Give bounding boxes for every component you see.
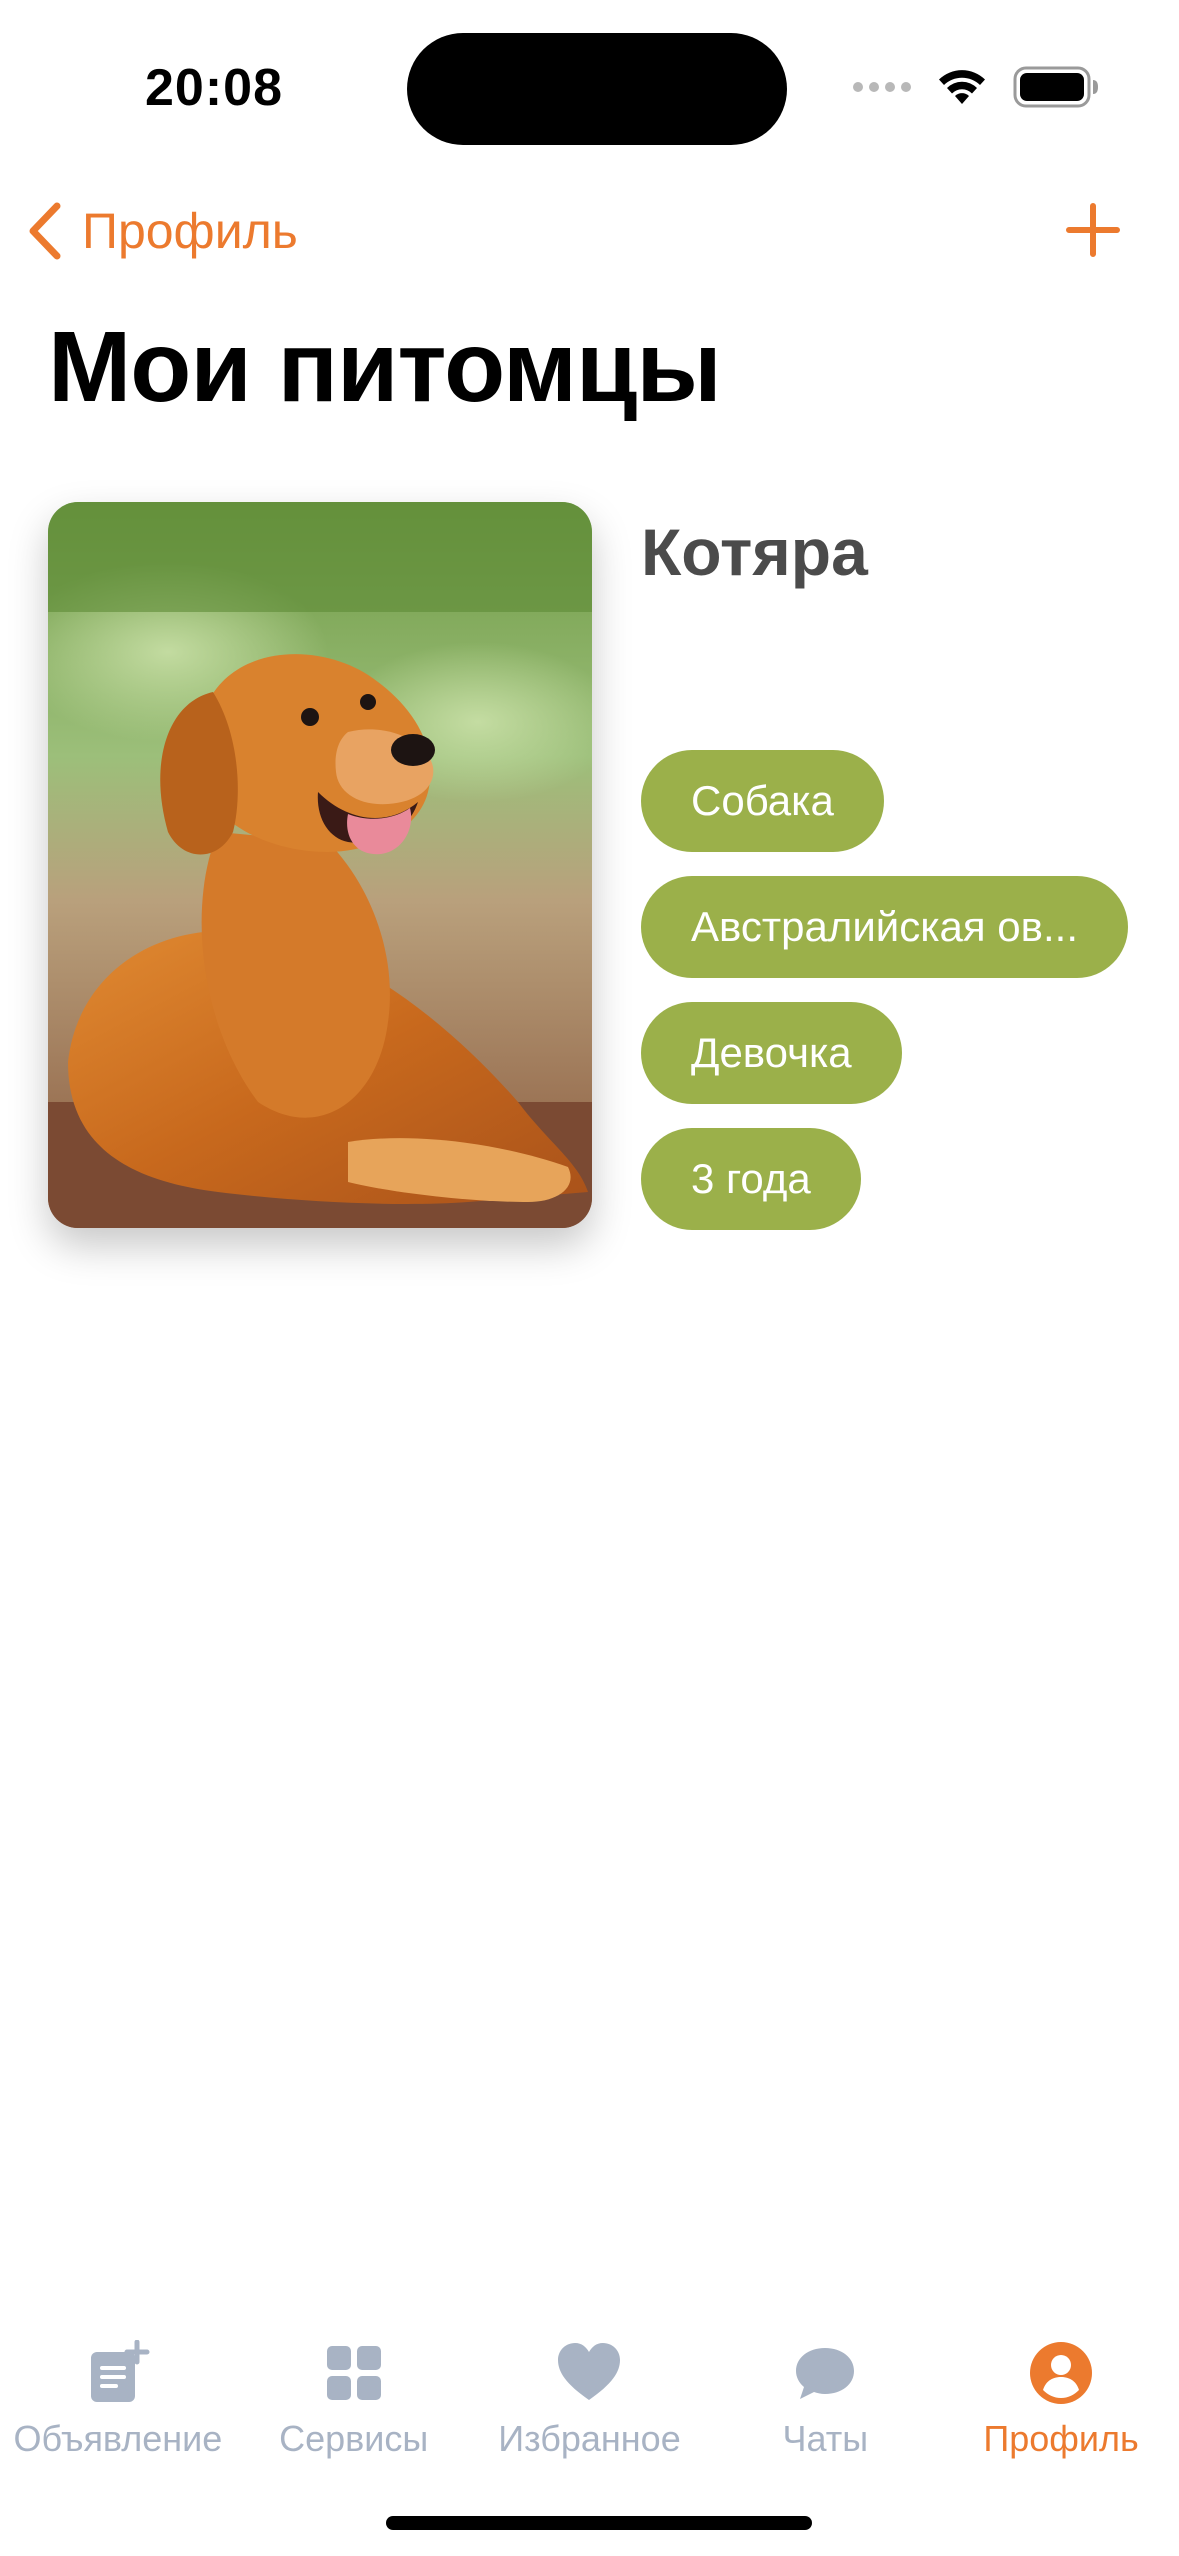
tab-profile[interactable]: Профиль [943,2340,1179,2480]
plus-icon [1066,203,1120,257]
back-button-label: Профиль [82,203,298,259]
profile-icon [1030,2342,1093,2404]
tab-chats-label: Чаты [782,2418,869,2459]
back-button[interactable]: Профиль [26,196,298,266]
pet-tag-breed: Австралийская ов... [641,876,1128,978]
battery-icon [1013,66,1098,108]
tab-services-label: Сервисы [279,2418,429,2459]
pet-tag-age: 3 года [641,1128,861,1230]
tab-services[interactable]: Сервисы [236,2340,472,2480]
cellular-signal-icon [853,82,911,92]
home-indicator[interactable] [386,2516,812,2530]
pet-photo [48,502,592,1228]
chat-bubble-icon [796,2348,855,2399]
tab-listing-label: Объявление [13,2418,223,2459]
status-icons [853,65,1099,109]
heart-icon [558,2343,621,2400]
tab-chats[interactable]: Чаты [707,2340,943,2480]
pet-tags: Собака Австралийская ов... Девочка 3 год… [641,750,1128,1230]
add-pet-button[interactable] [1061,198,1125,262]
tab-favorites-label: Избранное [498,2418,681,2459]
tab-favorites[interactable]: Избранное [472,2340,708,2480]
chevron-left-icon [29,202,61,260]
grid-icon [326,2346,381,2400]
tab-listing[interactable]: Объявление [0,2340,236,2480]
pet-tag-species: Собака [641,750,884,852]
pet-tag-sex: Девочка [641,1002,902,1104]
page-title: Мои питомцы [48,311,722,423]
pet-card[interactable]: Котяра Собака Австралийская ов... Девочк… [48,502,1148,1230]
dynamic-island [407,33,787,145]
tab-bar: Объявление Сервисы Избранное Чаты Профил… [0,2340,1179,2480]
add-listing-icon [90,2340,150,2402]
status-time: 20:08 [145,59,283,117]
tab-profile-label: Профиль [983,2418,1139,2459]
pet-name: Котяра [641,515,868,589]
wifi-icon [939,70,985,104]
